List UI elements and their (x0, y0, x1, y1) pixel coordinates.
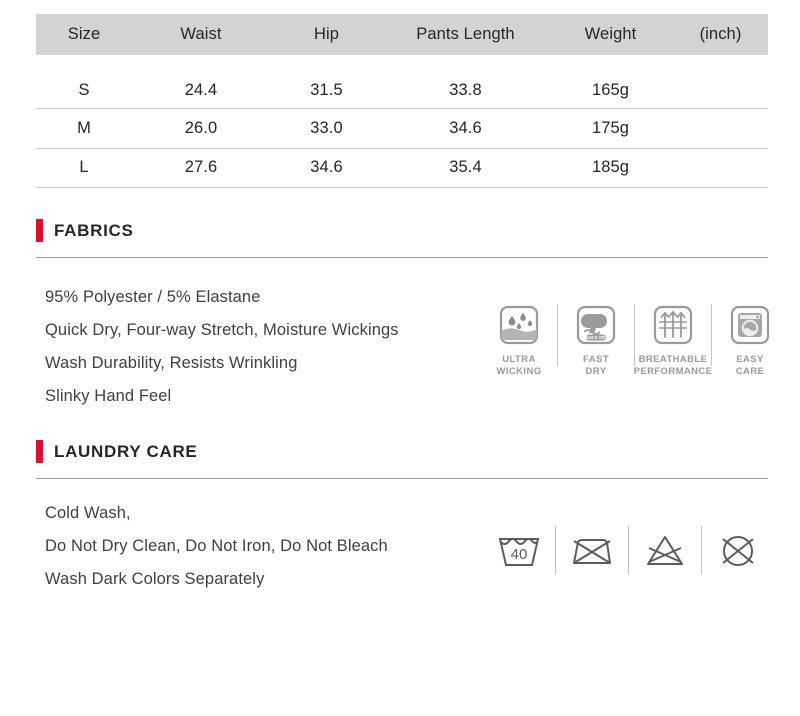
laundry-care-line: Do Not Dry Clean, Do Not Iron, Do Not Bl… (45, 537, 388, 555)
easy-care-icon (729, 302, 771, 348)
fabric-feature-breathable-performance: BREATHABLE PERFORMANCE (634, 302, 712, 377)
cell-size: L (36, 148, 132, 188)
size-chart-table: Size Waist Hip Pants Length Weight (inch… (36, 14, 768, 188)
cell-size: M (36, 108, 132, 149)
cell-weight: 165g (548, 55, 673, 109)
cell-hip: 33.0 (270, 108, 383, 149)
fabrics-line: Wash Durability, Resists Wrinkling (45, 354, 298, 372)
table-row: M 26.0 33.0 34.6 175g (36, 108, 768, 149)
wash-40-symbol: 40 (483, 528, 555, 572)
fabric-feature-easy-care: EASY CARE (714, 302, 786, 377)
table-row: L 27.6 34.6 35.4 185g (36, 148, 768, 188)
column-header-waist: Waist (132, 14, 270, 55)
cell-hip: 31.5 (270, 55, 383, 109)
wash-40-icon: 40 (498, 538, 540, 566)
do-not-iron-symbol (556, 528, 628, 572)
cell-unit (673, 55, 768, 109)
caption-line-2: WICKING (496, 365, 542, 377)
caption-line-2: PERFORMANCE (633, 365, 713, 377)
column-header-hip: Hip (270, 14, 383, 55)
caption-line-2: CARE (735, 365, 765, 377)
icon-divider (711, 304, 712, 366)
column-header-size: Size (36, 14, 132, 55)
size-chart-header: Size Waist Hip Pants Length Weight (inch… (36, 14, 768, 55)
fabric-feature-caption: EASY CARE (736, 354, 765, 377)
column-header-weight: Weight (548, 14, 673, 55)
fabric-feature-caption: ULTRA WICKING (496, 354, 541, 377)
icon-divider (557, 304, 558, 366)
cell-size: S (36, 55, 132, 109)
fabrics-line: Slinky Hand Feel (45, 387, 172, 405)
cell-waist: 24.4 (132, 55, 270, 109)
laundry-care-divider (36, 478, 768, 479)
column-header-unit: (inch) (673, 14, 768, 55)
fabrics-divider (36, 257, 768, 258)
cell-waist: 27.6 (132, 148, 270, 188)
fabric-feature-caption: FAST DRY (583, 354, 609, 377)
breathable-performance-icon (652, 302, 694, 348)
caption-line-2: DRY (585, 365, 607, 377)
cell-length: 33.8 (383, 55, 548, 109)
laundry-care-line: Wash Dark Colors Separately (45, 570, 265, 588)
cell-weight: 175g (548, 108, 673, 149)
fabrics-section-heading: FABRICS (36, 219, 134, 242)
fabric-feature-ultra-wicking: ULTRA WICKING (483, 302, 555, 377)
caption-line-1: ULTRA (502, 354, 536, 365)
cell-length: 34.6 (383, 108, 548, 149)
laundry-care-title: LAUNDRY CARE (54, 441, 198, 461)
table-header-row: Size Waist Hip Pants Length Weight (inch… (36, 14, 768, 55)
quick-dry-badge-text: QUICK DRY (584, 335, 609, 340)
laundry-care-line: Cold Wash, (45, 504, 131, 522)
cell-waist: 26.0 (132, 108, 270, 149)
fabric-feature-fast-dry: QUICK DRY FAST DRY (560, 302, 632, 377)
column-header-pants-length: Pants Length (383, 14, 548, 55)
ultra-wicking-icon (498, 302, 540, 348)
fabrics-text-list: 95% Polyester / 5% Elastane Quick Dry, F… (45, 281, 399, 413)
do-not-bleach-icon (647, 536, 683, 565)
do-not-dry-clean-symbol (702, 528, 774, 572)
accent-bar-icon (36, 440, 43, 463)
fabrics-title: FABRICS (54, 220, 134, 240)
cell-hip: 34.6 (270, 148, 383, 188)
laundry-care-symbols: 40 (483, 524, 774, 576)
cell-length: 35.4 (383, 148, 548, 188)
cell-unit (673, 108, 768, 149)
do-not-iron-icon (573, 539, 611, 564)
caption-line-1: BREATHABLE (638, 354, 708, 365)
caption-line-1: EASY (736, 354, 764, 365)
caption-line-1: FAST (583, 354, 609, 365)
accent-bar-icon (36, 219, 43, 242)
fabric-feature-icons: ULTRA WICKING QUICK DRY FAST DRY BREATHA… (483, 302, 786, 384)
do-not-dry-clean-icon (722, 536, 754, 566)
fabrics-line: 95% Polyester / 5% Elastane (45, 288, 261, 306)
cell-weight: 185g (548, 148, 673, 188)
fast-dry-icon: QUICK DRY (575, 302, 617, 348)
size-and-care-sheet: Size Waist Hip Pants Length Weight (inch… (0, 0, 800, 716)
wash-temperature-label: 40 (511, 546, 528, 563)
laundry-care-section-heading: LAUNDRY CARE (36, 440, 197, 463)
fabrics-line: Quick Dry, Four-way Stretch, Moisture Wi… (45, 321, 399, 339)
laundry-care-text-list: Cold Wash, Do Not Dry Clean, Do Not Iron… (45, 497, 388, 596)
fabric-feature-caption: BREATHABLE PERFORMANCE (634, 354, 713, 377)
do-not-bleach-symbol (629, 528, 701, 572)
table-row: S 24.4 31.5 33.8 165g (36, 55, 768, 109)
size-chart-body: S 24.4 31.5 33.8 165g M 26.0 33.0 34.6 1… (36, 55, 768, 188)
cell-unit (673, 148, 768, 188)
